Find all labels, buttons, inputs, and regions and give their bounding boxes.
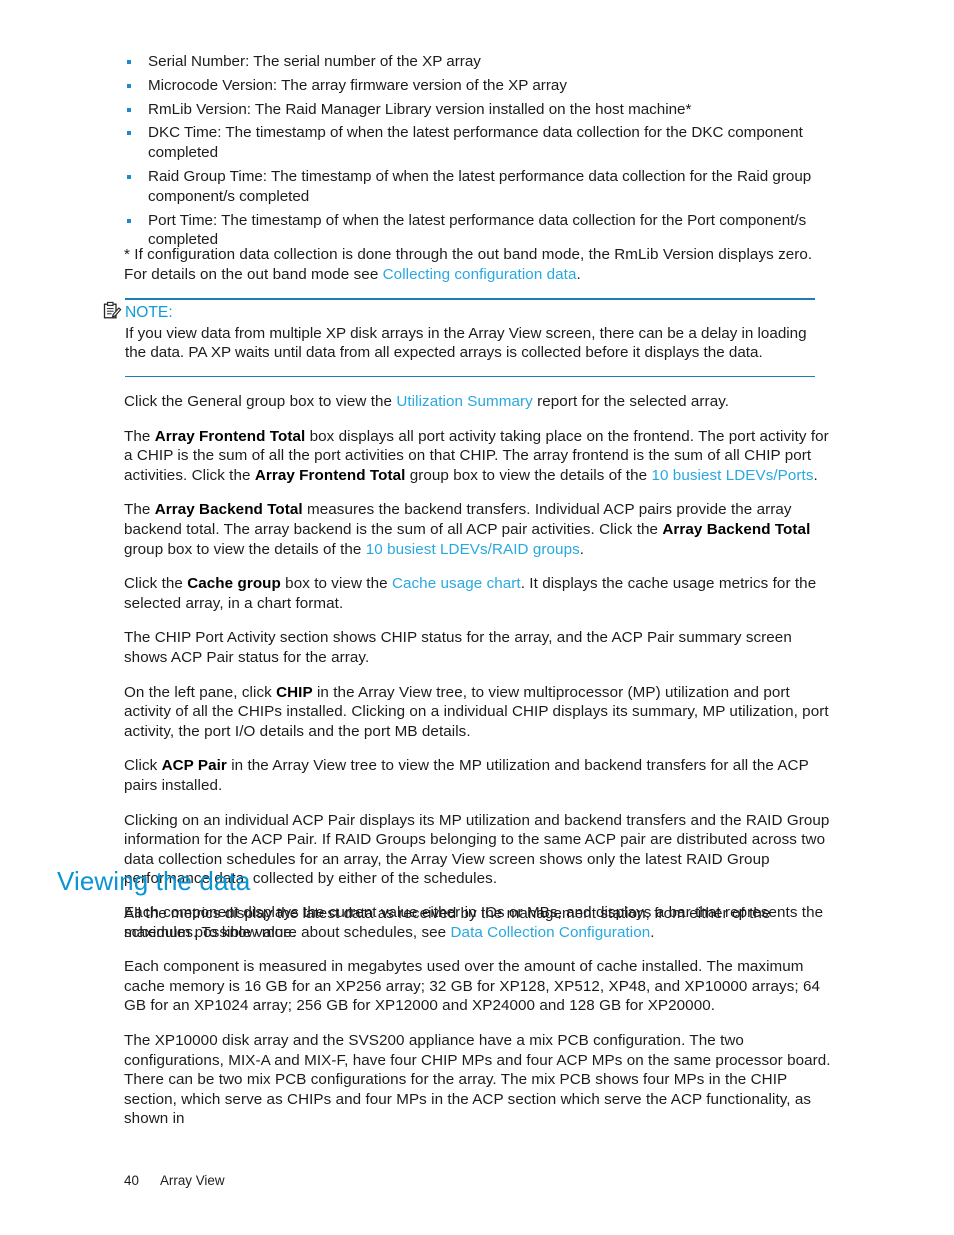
list-item: Microcode Version: The array firmware ve… <box>124 76 834 96</box>
section-text-column: Each component displays the current valu… <box>124 903 834 1144</box>
text-run: in the Array View tree to view the MP ut… <box>124 757 809 794</box>
list-item: Raid Group Time: The timestamp of when t… <box>124 167 834 207</box>
text-run: Click <box>124 757 162 775</box>
link-cache-usage-chart[interactable]: Cache usage chart <box>392 575 521 592</box>
list-item-text: Raid Group Time: The timestamp of when t… <box>148 167 812 205</box>
list-item: DKC Time: The timestamp of when the late… <box>124 123 834 163</box>
paragraph-acp-pair-tree: Click ACP Pair in the Array View tree to… <box>124 756 834 795</box>
note-bottom-rule <box>125 375 815 378</box>
term-array-backend-total-2: Array Backend Total <box>662 520 811 538</box>
footnote-text-after: . <box>576 265 581 283</box>
footnote-paragraph: * If configuration data collection is do… <box>124 245 834 284</box>
feature-bullet-list: Serial Number: The serial number of the … <box>124 52 834 254</box>
text-run: The <box>124 501 155 519</box>
text-run: Click the <box>124 575 188 593</box>
note-body-text: If you view data from multiple XP disk a… <box>125 324 807 362</box>
text-run: box to view the <box>280 575 392 593</box>
list-item-text: Port Time: The timestamp of when the lat… <box>148 211 807 249</box>
term-array-backend-total: Array Backend Total <box>154 501 303 519</box>
paragraph-component-value: Each component displays the current valu… <box>124 904 824 941</box>
list-item-text: DKC Time: The timestamp of when the late… <box>148 124 803 162</box>
term-array-frontend-total: Array Frontend Total <box>154 427 306 445</box>
list-item-text: Serial Number: The serial number of the … <box>148 53 481 70</box>
text-run: group box to view the details of the <box>405 466 652 484</box>
term-chip: CHIP <box>276 683 313 701</box>
note-clipboard-icon <box>103 301 122 320</box>
term-cache-group: Cache group <box>187 575 281 593</box>
term-array-frontend-total-2: Array Frontend Total <box>254 466 406 484</box>
paragraph-mix-pcb: The XP10000 disk array and the SVS200 ap… <box>124 1031 831 1128</box>
footer-page-number: 40 <box>124 1173 139 1188</box>
list-item: RmLib Version: The Raid Manager Library … <box>124 100 834 120</box>
bullet-square-icon <box>127 107 131 112</box>
list-item-text: Microcode Version: The array firmware ve… <box>148 76 567 94</box>
text-run: The <box>124 427 155 445</box>
bullet-square-icon <box>127 174 131 179</box>
bullet-square-icon <box>127 131 131 136</box>
paragraph-array-backend-total: The Array Backend Total measures the bac… <box>124 500 834 559</box>
paragraph-cache-group: Click the Cache group box to view the Ca… <box>124 574 834 613</box>
text-run: Click the General group box to view the <box>124 393 397 410</box>
paragraph-cache-memory: Each component is measured in megabytes … <box>124 958 821 1015</box>
list-item-text: RmLib Version: The Raid Manager Library … <box>148 100 692 118</box>
link-utilization-summary[interactable]: Utilization Summary <box>396 393 532 410</box>
note-admonition: NOTE: If you view data from multiple XP … <box>103 298 815 378</box>
text-run: group box to view the details of the <box>124 540 366 558</box>
term-acp-pair: ACP Pair <box>161 757 227 775</box>
note-body: If you view data from multiple XP disk a… <box>125 324 815 376</box>
link-collecting-configuration-data[interactable]: Collecting configuration data <box>383 266 577 283</box>
footer-chapter-title: Array View <box>160 1173 225 1188</box>
page-title: Viewing the data <box>57 866 251 896</box>
bullet-square-icon <box>127 60 131 64</box>
page-footer: 40 Array View <box>124 1172 225 1189</box>
note-title: NOTE: <box>125 303 173 321</box>
footnote-block: * If configuration data collection is do… <box>124 245 834 299</box>
paragraph-general-group: Click the General group box to view the … <box>124 392 834 412</box>
link-10-busiest-ldevs-raid-groups[interactable]: 10 busiest LDEVs/RAID groups <box>366 541 580 558</box>
bullet-square-icon <box>127 83 131 88</box>
paragraph-chip-tree: On the left pane, click CHIP in the Arra… <box>124 683 834 742</box>
bullet-list: Serial Number: The serial number of the … <box>124 52 834 250</box>
text-run: On the left pane, click <box>124 683 277 701</box>
link-10-busiest-ldevs-ports[interactable]: 10 busiest LDEVs/Ports <box>651 467 813 484</box>
text-run: . <box>579 540 585 558</box>
text-run: . <box>813 466 818 484</box>
paragraph-array-frontend-total: The Array Frontend Total box displays al… <box>124 427 834 486</box>
document-page: Serial Number: The serial number of the … <box>0 0 954 1235</box>
paragraph-chip-port-activity: The CHIP Port Activity section shows CHI… <box>124 629 792 666</box>
list-item: Serial Number: The serial number of the … <box>124 52 834 72</box>
text-run: report for the selected array. <box>532 393 730 410</box>
bullet-square-icon <box>127 218 131 223</box>
